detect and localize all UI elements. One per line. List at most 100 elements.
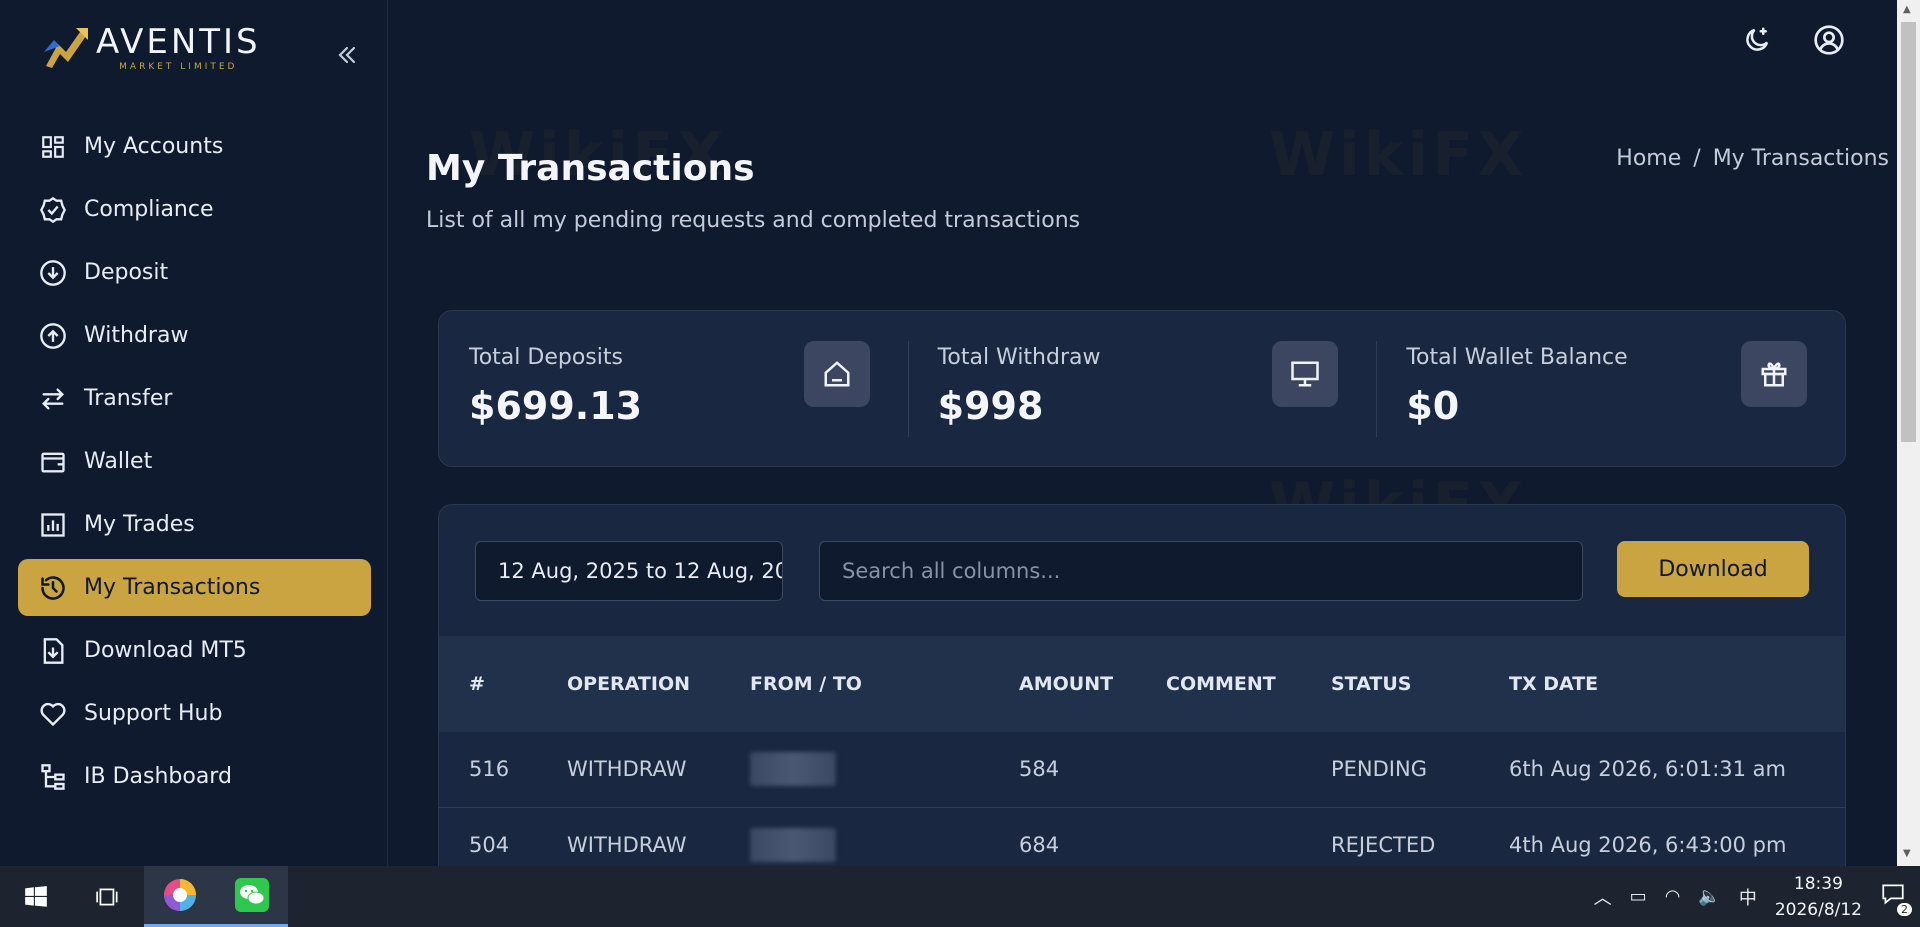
sidebar-item-label: IB Dashboard <box>84 764 232 789</box>
cell-status: PENDING <box>1331 757 1427 782</box>
breadcrumb-current: My Transactions <box>1712 146 1889 171</box>
sidebar-item-label: Withdraw <box>84 323 189 348</box>
taskbar: ︿ ▭ ◠ 🔈 中 18:39 2026/8/12 2 <box>0 866 1920 927</box>
sidebar-item-my-accounts[interactable]: My Accounts <box>18 118 371 175</box>
gift-icon <box>1741 341 1808 407</box>
stat-total-wallet-balance: Total Wallet Balance $0 <box>1376 311 1845 466</box>
chevrons-left-icon <box>338 46 356 64</box>
sidebar-item-withdraw[interactable]: Withdraw <box>18 307 371 364</box>
cell-id: 516 <box>469 757 510 782</box>
stat-total-deposits: Total Deposits $699.13 <box>439 311 908 466</box>
battery-icon[interactable]: ▭ <box>1630 886 1647 907</box>
sidebar-item-label: Transfer <box>84 386 173 411</box>
sidebar-item-label: Download MT5 <box>84 638 247 663</box>
chevron-up-icon[interactable]: ︿ <box>1594 884 1612 910</box>
column-header-operation[interactable]: OPERATION <box>537 636 720 732</box>
transactions-table: # OPERATION FROM / TO AMOUNT COMMENT STA… <box>439 636 1845 883</box>
sidebar-item-label: Deposit <box>84 260 169 285</box>
swap-icon <box>38 384 68 414</box>
topbar-actions <box>1739 22 1847 58</box>
sidebar-item-ib-dashboard[interactable]: IB Dashboard <box>18 748 371 805</box>
ime-indicator[interactable]: 中 <box>1739 884 1757 910</box>
sidebar-item-label: Wallet <box>84 449 153 474</box>
sidebar-item-label: My Transactions <box>84 575 261 600</box>
browser-app-icon <box>164 879 196 911</box>
column-header-status[interactable]: STATUS <box>1301 636 1479 732</box>
breadcrumb-separator: / <box>1693 146 1701 171</box>
page-scrollbar[interactable]: ▲ ▼ <box>1897 0 1920 866</box>
sidebar-item-compliance[interactable]: Compliance <box>18 181 371 238</box>
home-icon <box>803 341 870 407</box>
system-tray: ︿ ▭ ◠ 🔈 中 18:39 2026/8/12 2 <box>1594 866 1920 927</box>
sidebar-item-wallet[interactable]: Wallet <box>18 433 371 490</box>
notification-center-icon[interactable]: 2 <box>1880 881 1912 916</box>
scroll-down-icon[interactable]: ▼ <box>1903 848 1911 859</box>
sidebar: AVENTIS MARKET LIMITED My Accounts Compl… <box>0 0 388 866</box>
start-button[interactable] <box>0 866 72 927</box>
wifi-icon[interactable]: ◠ <box>1665 886 1681 907</box>
cell-operation: WITHDRAW <box>567 757 687 782</box>
sidebar-item-label: My Trades <box>84 512 195 537</box>
arrow-down-circle-icon <box>38 258 68 288</box>
wechat-icon <box>235 878 269 912</box>
sidebar-nav: My Accounts Compliance Deposit Withdraw <box>18 118 371 811</box>
breadcrumb-home-link[interactable]: Home <box>1616 146 1681 171</box>
taskbar-app-wechat[interactable] <box>216 866 288 927</box>
windows-icon <box>25 885 47 907</box>
sidebar-item-deposit[interactable]: Deposit <box>18 244 371 301</box>
brand-logo[interactable]: AVENTIS MARKET LIMITED <box>40 22 261 74</box>
cell-amount: 584 <box>1019 757 1060 782</box>
badge-check-icon <box>38 195 68 225</box>
scroll-thumb[interactable] <box>1901 22 1916 442</box>
table-toolbar: 12 Aug, 2025 to 12 Aug, 2026 Download <box>475 541 1809 601</box>
sidebar-item-support-hub[interactable]: Support Hub <box>18 685 371 742</box>
task-view-button[interactable] <box>72 866 144 927</box>
volume-muted-icon[interactable]: 🔈 <box>1698 886 1720 907</box>
column-header-from-to[interactable]: FROM / TO <box>720 636 989 732</box>
scroll-up-icon[interactable]: ▲ <box>1903 4 1911 15</box>
taskbar-app-browser[interactable] <box>144 866 216 927</box>
sidebar-item-my-transactions[interactable]: My Transactions <box>18 559 371 616</box>
sidebar-item-label: Support Hub <box>84 701 223 726</box>
breadcrumb: Home / My Transactions <box>1616 146 1889 171</box>
monitor-icon <box>1272 341 1339 407</box>
download-file-icon <box>38 636 68 666</box>
user-circle-icon <box>1814 25 1844 55</box>
table-row[interactable]: 516 WITHDRAW 584 PENDING 6th Aug 2026, 6… <box>439 732 1845 807</box>
column-header-comment[interactable]: COMMENT <box>1136 636 1301 732</box>
clock-date: 2026/8/12 <box>1774 899 1862 920</box>
theme-toggle-button[interactable] <box>1739 22 1775 58</box>
watermark-text: WikiFX <box>1269 120 1528 190</box>
sidebar-item-my-trades[interactable]: My Trades <box>18 496 371 553</box>
grid-icon <box>38 132 68 162</box>
app-window: AVENTIS MARKET LIMITED My Accounts Compl… <box>0 0 1920 904</box>
user-profile-button[interactable] <box>1811 22 1847 58</box>
task-view-icon <box>96 888 118 905</box>
main-content: WikiFX WikiFX WikiFX My Transactions Lis… <box>389 0 1897 904</box>
sidebar-item-label: Compliance <box>84 197 214 222</box>
stat-total-withdraw: Total Withdraw $998 <box>907 311 1377 466</box>
cell-from-to <box>720 732 989 807</box>
date-range-picker[interactable]: 12 Aug, 2025 to 12 Aug, 2026 <box>475 541 783 601</box>
sitemap-icon <box>38 762 68 792</box>
download-button[interactable]: Download <box>1617 541 1809 597</box>
sidebar-item-download-mt5[interactable]: Download MT5 <box>18 622 371 679</box>
column-header-amount[interactable]: AMOUNT <box>989 636 1136 732</box>
clock-time: 18:39 <box>1793 873 1843 894</box>
search-input[interactable] <box>819 541 1583 601</box>
logo-icon <box>44 28 88 68</box>
collapse-sidebar-button[interactable] <box>330 38 364 72</box>
sidebar-item-label: My Accounts <box>84 134 224 159</box>
table-header-row: # OPERATION FROM / TO AMOUNT COMMENT STA… <box>439 636 1845 732</box>
wallet-icon <box>38 447 68 477</box>
brand-tagline: MARKET LIMITED <box>119 62 238 72</box>
moon-stars-icon <box>1746 27 1769 51</box>
brand-name: AVENTIS <box>96 22 261 62</box>
redacted-account <box>750 752 836 787</box>
column-header-tx-date[interactable]: TX DATE <box>1479 636 1845 732</box>
page-subtitle: List of all my pending requests and comp… <box>426 208 1081 233</box>
stats-card: Total Deposits $699.13 Total Withdraw $9… <box>438 310 1846 467</box>
column-header-id[interactable]: # <box>439 636 537 732</box>
taskbar-clock[interactable]: 18:39 2026/8/12 <box>1775 871 1862 923</box>
sidebar-item-transfer[interactable]: Transfer <box>18 370 371 427</box>
